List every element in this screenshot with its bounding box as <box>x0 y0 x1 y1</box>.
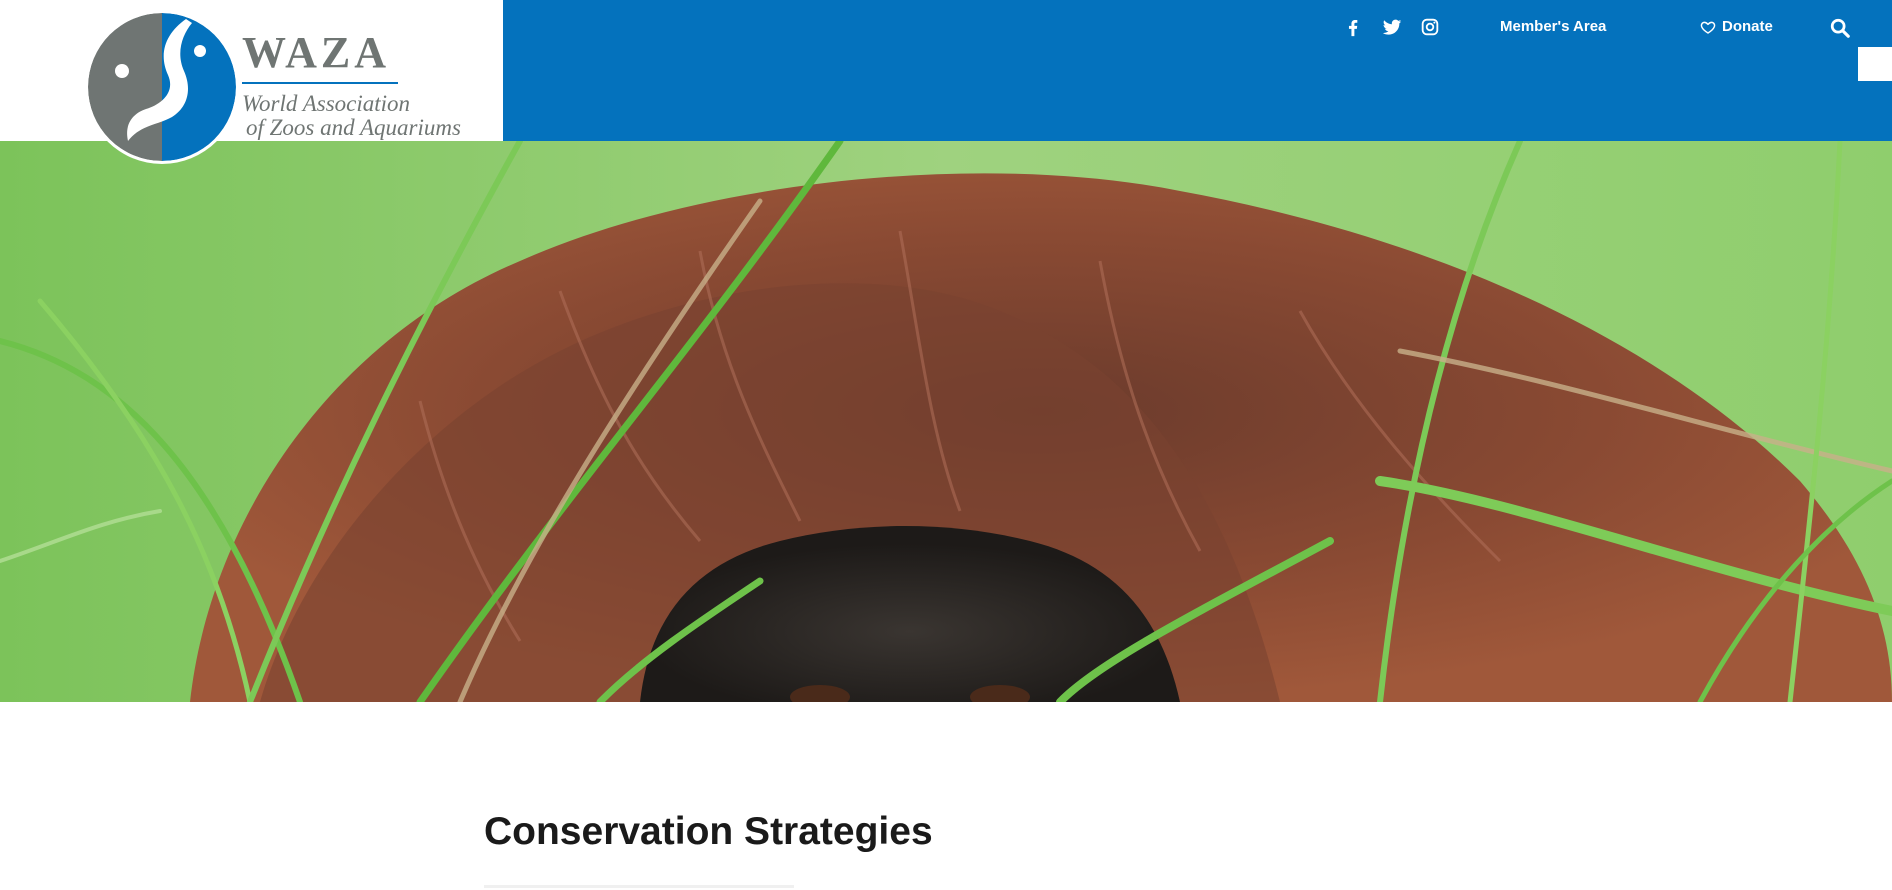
waza-logo-icon[interactable] <box>88 13 236 161</box>
twitter-icon[interactable] <box>1381 16 1403 38</box>
hero-image <box>0 141 1892 702</box>
donate-link[interactable]: Donate <box>1700 17 1773 37</box>
page-title: Conservation Strategies <box>484 810 933 853</box>
logo-line-2: of Zoos and Aquariums <box>246 115 461 140</box>
logo-line-1: World Association <box>242 91 411 116</box>
members-area-link[interactable]: Member's Area <box>1500 17 1606 37</box>
title-underline <box>484 885 794 888</box>
instagram-icon[interactable] <box>1419 16 1441 38</box>
logo-divider <box>242 82 398 84</box>
search-icon[interactable] <box>1829 17 1851 39</box>
top-bar <box>503 0 1892 141</box>
logo-text[interactable]: WAZA World Association of Zoos and Aquar… <box>242 30 461 140</box>
facebook-icon[interactable] <box>1342 16 1364 38</box>
donate-label: Donate <box>1722 18 1773 35</box>
site-header: WAZA World Association of Zoos and Aquar… <box>0 0 1892 161</box>
logo-wordmark: WAZA <box>242 28 391 77</box>
menu-toggle-button[interactable] <box>1858 47 1892 81</box>
heart-icon <box>1700 19 1716 35</box>
